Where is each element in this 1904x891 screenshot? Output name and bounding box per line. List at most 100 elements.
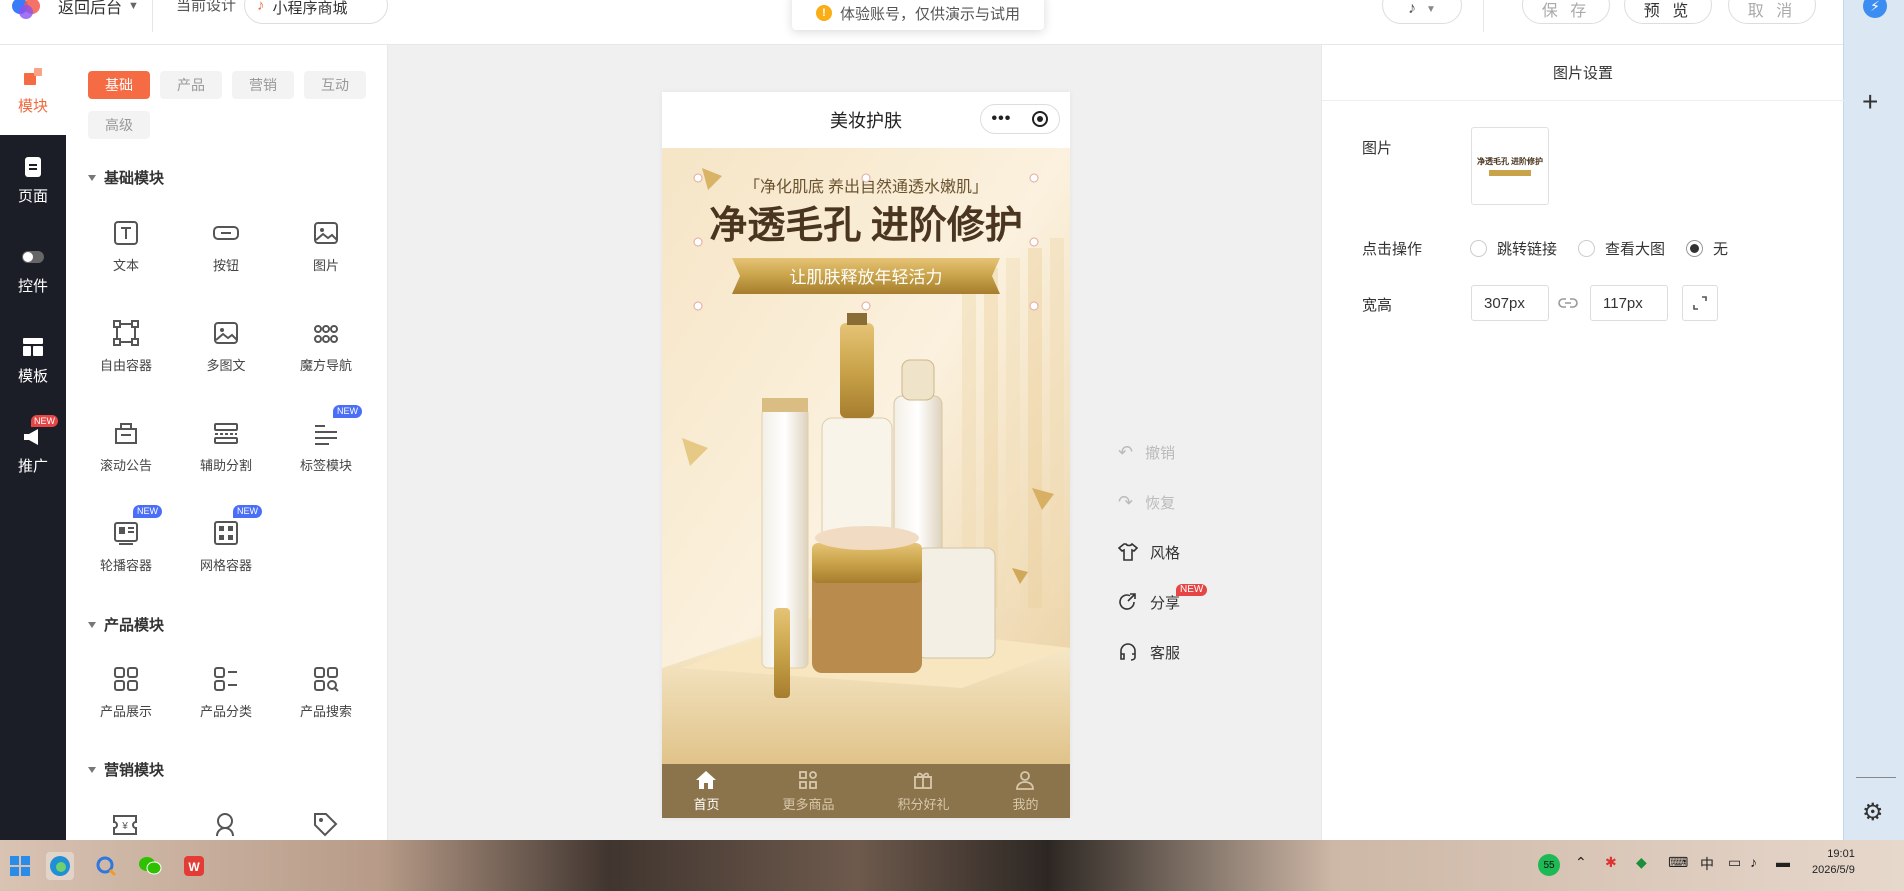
banner-headline: 净透毛孔 进阶修护 [709, 205, 1023, 247]
module-cube-nav[interactable]: 魔方导航 [281, 319, 371, 399]
section-product-modules[interactable]: 产品模块 [88, 614, 164, 635]
customer-service-button[interactable]: 客服 [1118, 640, 1198, 664]
app-tray-icon[interactable]: ✱ [1605, 854, 1617, 871]
nav-label: 模块 [17, 97, 48, 115]
coupon-icon[interactable]: ¥ [111, 810, 139, 838]
tab-label: 首页 [693, 796, 720, 812]
module-carousel-container[interactable]: NEW 轮播容器 [81, 505, 171, 599]
link-ratio-icon[interactable] [1558, 295, 1578, 311]
notification-badge[interactable]: 55 [1538, 854, 1560, 876]
wechat-icon[interactable] [136, 852, 164, 880]
ime-indicator[interactable]: 中 [1700, 854, 1714, 874]
chevron-up-icon[interactable]: ⌃ [1575, 854, 1587, 871]
section-basic-modules[interactable]: 基础模块 [88, 167, 164, 188]
nav-item-templates[interactable]: 模板 [0, 315, 66, 405]
back-label: 返回后台 [58, 0, 123, 17]
tab-interaction[interactable]: 互动 [304, 71, 366, 99]
module-divider[interactable]: 辅助分割 [181, 419, 271, 499]
display-icon[interactable]: ▭ [1728, 854, 1741, 871]
module-button[interactable]: 按钮 [181, 219, 271, 299]
toast-text: 体验账号，仅供演示与试用 [839, 5, 1020, 23]
radio-view-large[interactable]: 查看大图 [1578, 238, 1665, 259]
nav-item-pages[interactable]: 页面 [0, 135, 66, 225]
save-button[interactable]: 保 存 [1522, 0, 1610, 24]
image-thumbnail[interactable]: 净透毛孔 进阶修护 [1471, 127, 1549, 205]
search-app-icon[interactable] [92, 852, 120, 880]
battery-icon[interactable]: ▬ [1776, 854, 1790, 870]
tab-marketing[interactable]: 营销 [232, 71, 294, 99]
new-badge: NEW [1176, 584, 1208, 596]
width-input[interactable]: 307px [1471, 285, 1549, 321]
module-tag[interactable]: NEW 标签模块 [281, 405, 371, 499]
windows-start-icon[interactable] [6, 852, 34, 880]
tab-more-products[interactable]: 更多商品 [782, 770, 835, 813]
bolt-icon[interactable]: ⚡ [1863, 0, 1887, 18]
discount-tag-icon[interactable] [311, 810, 339, 838]
grid-apps-icon [799, 770, 818, 789]
tab-basic[interactable]: 基础 [88, 71, 150, 99]
original-size-button[interactable] [1682, 285, 1718, 321]
nav-label: 控件 [17, 277, 48, 295]
module-label: 标签模块 [299, 458, 352, 473]
module-text[interactable]: 文本 [81, 219, 171, 299]
caret-down-icon [88, 174, 96, 181]
redo-button[interactable]: ↷ 恢复 [1118, 490, 1198, 514]
module-scrolling-notice[interactable]: 滚动公告 [81, 419, 171, 499]
cancel-button[interactable]: 取 消 [1728, 0, 1816, 24]
tab-home[interactable]: 首页 [693, 770, 720, 813]
module-multi-image-text[interactable]: 多图文 [181, 319, 271, 399]
caret-down-icon [88, 621, 96, 628]
nav-item-modules[interactable]: 模块 [0, 45, 66, 135]
svg-text:W: W [188, 860, 200, 874]
keyboard-icon[interactable]: ⌨ [1668, 854, 1688, 871]
grid-icon-wrap: NEW [212, 505, 262, 547]
megaphone-icon-wrap: NEW [21, 414, 58, 449]
banner-image[interactable]: 「净化肌底 养出自然通透水嫩肌」 净透毛孔 进阶修护 让肌肤释放年轻活力 [662, 148, 1070, 764]
module-product-display[interactable]: 产品展示 [81, 665, 171, 745]
module-product-category[interactable]: 产品分类 [181, 665, 271, 745]
miniprogram-capsule: ••• [980, 104, 1060, 134]
service-dropdown[interactable]: ♪ ▼ [1382, 0, 1462, 24]
tab-product[interactable]: 产品 [160, 71, 222, 99]
image-label: 图片 [1362, 140, 1393, 157]
volume-icon[interactable]: ♪ [1750, 854, 1757, 870]
security-tray-icon[interactable]: ◆ [1636, 854, 1647, 871]
undo-button[interactable]: ↶ 撤销 [1118, 440, 1198, 464]
module-free-container[interactable]: 自由容器 [81, 319, 171, 399]
radio-circle [1470, 240, 1487, 257]
radio-circle-selected [1686, 240, 1703, 257]
caret-down-icon [88, 766, 96, 773]
share-button[interactable]: 分享 NEW [1118, 584, 1218, 614]
toggle-icon [22, 250, 44, 263]
module-image[interactable]: 图片 [281, 219, 371, 299]
nav-item-controls[interactable]: 控件 [0, 225, 66, 315]
style-button[interactable]: 风格 [1118, 540, 1198, 564]
app-logo [12, 0, 40, 19]
tag-lines-icon [315, 425, 337, 445]
record-icon [1032, 111, 1049, 127]
radio-none[interactable]: 无 [1686, 238, 1728, 259]
current-design-select[interactable]: ♪ 小程序商城 [244, 0, 388, 24]
plus-icon[interactable]: + [1862, 88, 1878, 116]
system-clock[interactable]: 19:01 2026/5/9 [1812, 846, 1855, 878]
new-badge: NEW [133, 505, 162, 518]
back-to-admin-button[interactable]: 返回后台 ▼ [58, 0, 139, 18]
tab-points-gifts[interactable]: 积分好礼 [897, 770, 950, 813]
home-icon [696, 770, 717, 789]
edge-browser-icon[interactable] [46, 852, 74, 880]
tab-mine[interactable]: 我的 [1012, 770, 1039, 813]
height-input[interactable]: 117px [1590, 285, 1668, 321]
clock-date: 2026/5/9 [1812, 864, 1855, 876]
preview-button[interactable]: 预 览 [1624, 0, 1712, 24]
gear-icon[interactable]: ⚙ [1862, 798, 1884, 827]
nav-item-promotion[interactable]: NEW 推广 [0, 405, 66, 495]
user-icon [1016, 770, 1035, 790]
module-product-search[interactable]: 产品搜索 [281, 665, 371, 745]
panel-title: 图片设置 [1322, 45, 1844, 101]
module-grid-container[interactable]: NEW 网格容器 [181, 505, 271, 599]
section-marketing-modules[interactable]: 营销模块 [88, 759, 164, 780]
group-buy-icon[interactable] [211, 810, 239, 838]
wps-icon[interactable]: W [180, 852, 208, 880]
radio-jump-link[interactable]: 跳转链接 [1470, 238, 1557, 259]
tab-advanced[interactable]: 高级 [88, 111, 150, 139]
